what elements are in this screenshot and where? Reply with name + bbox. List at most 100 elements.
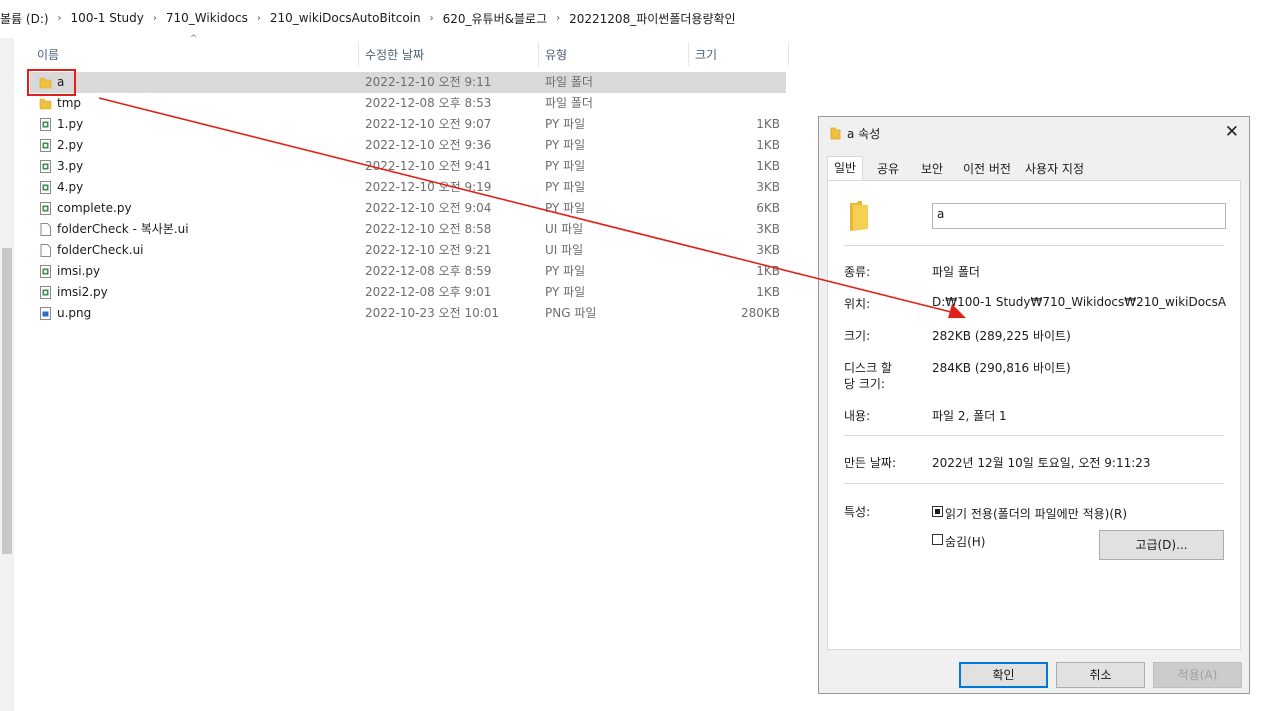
file-date: 2022-12-08 오후 9:01	[365, 285, 492, 299]
column-divider[interactable]	[538, 42, 539, 66]
annotation-highlight-box	[27, 69, 76, 96]
file-name: 2.py	[57, 138, 84, 152]
file-size: 3KB	[756, 222, 780, 236]
breadcrumb-separator-icon[interactable]: ›	[556, 13, 560, 24]
breadcrumb-separator-icon[interactable]: ›	[257, 13, 261, 24]
file-row[interactable]: 3.py 2022-12-10 오전 9:41 PY 파일 1KB	[30, 156, 786, 177]
file-name: imsi2.py	[57, 285, 108, 299]
file-name: 4.py	[57, 180, 84, 194]
file-row[interactable]: folderCheck.ui 2022-12-10 오전 9:21 UI 파일 3KB	[30, 240, 786, 261]
contents-label: 내용:	[844, 409, 871, 423]
breadcrumb-separator-icon[interactable]: ›	[430, 13, 434, 24]
blank-file-icon	[40, 223, 51, 236]
file-row[interactable]: folderCheck - 복사본.ui 2022-12-10 오전 8:58 UI…	[30, 219, 786, 240]
size-bytes: 289,225	[979, 329, 1030, 343]
column-header-name[interactable]: 이름	[37, 44, 59, 66]
file-name: folderCheck - 복사본.ui	[57, 222, 189, 236]
python-file-icon	[40, 139, 51, 152]
apply-button[interactable]: 적용(A)	[1153, 662, 1242, 688]
file-type: PY 파일	[545, 117, 586, 131]
size-label: 크기:	[844, 329, 871, 343]
column-header-type[interactable]: 유형	[545, 44, 567, 66]
hidden-label: 숨김(H)	[945, 535, 986, 549]
file-type: PY 파일	[545, 264, 586, 278]
python-file-icon	[40, 202, 51, 215]
tab-sharing[interactable]: 공유	[871, 158, 905, 180]
file-row[interactable]: imsi.py 2022-12-08 오후 8:59 PY 파일 1KB	[30, 261, 786, 282]
size-value: 282KB (289,225 바이트)	[932, 327, 1071, 344]
breadcrumb-item[interactable]: 100-1 Study	[71, 11, 144, 25]
column-header-size[interactable]: 크기	[695, 44, 717, 66]
file-row[interactable]: complete.py 2022-12-10 오전 9:04 PY 파일 6KB	[30, 198, 786, 219]
file-type: UI 파일	[545, 222, 584, 236]
sort-ascending-icon: ^	[190, 34, 198, 44]
folder-name-input[interactable]: a	[932, 203, 1226, 229]
file-type: PY 파일	[545, 138, 586, 152]
file-row[interactable]: tmp 2022-12-08 오후 8:53 파일 폴더	[30, 93, 786, 114]
file-size: 1KB	[756, 138, 780, 152]
file-row[interactable]: imsi2.py 2022-12-08 오후 9:01 PY 파일 1KB	[30, 282, 786, 303]
breadcrumb-item[interactable]: 620_유튜버&블로그	[443, 10, 548, 27]
breadcrumb-item[interactable]: 710_Wikidocs	[166, 11, 248, 25]
file-size: 1KB	[756, 117, 780, 131]
cancel-button[interactable]: 취소	[1056, 662, 1145, 688]
file-row[interactable]: 2.py 2022-12-10 오전 9:36 PY 파일 1KB	[30, 135, 786, 156]
file-size: 1KB	[756, 264, 780, 278]
type-value: 파일 폴더	[932, 265, 980, 279]
file-date: 2022-12-10 오전 9:04	[365, 201, 492, 215]
breadcrumb: 볼륨 (D:) › 100-1 Study › 710_Wikidocs › 210_wik…	[0, 0, 1270, 36]
file-date: 2022-12-10 오전 9:19	[365, 180, 492, 194]
readonly-label: 읽기 전용(폴더의 파일에만 적용)(R)	[945, 507, 1128, 521]
file-row[interactable]: 4.py 2022-12-10 오전 9:19 PY 파일 3KB	[30, 177, 786, 198]
file-name: 3.py	[57, 159, 84, 173]
properties-dialog: a 속성 ✕ 일반 공유 보안 이전 버전 사용자 지정 a 종류: 파일 폴더…	[818, 116, 1250, 694]
scrollbar-thumb[interactable]	[2, 248, 12, 554]
readonly-checkbox[interactable]	[932, 506, 943, 517]
location-value: D:₩100-1 Study₩710_Wikidocs₩210_wikiDocs…	[932, 295, 1226, 309]
folder-icon	[39, 98, 52, 110]
file-row[interactable]: 1.py 2022-12-10 오전 9:07 PY 파일 1KB	[30, 114, 786, 135]
created-value: 2022년 12월 10일 토요일, 오전 9:11:23	[932, 456, 1151, 470]
advanced-button[interactable]: 고급(D)...	[1099, 530, 1224, 560]
column-divider[interactable]	[358, 42, 359, 66]
general-tab-panel: a 종류: 파일 폴더 위치: D:₩100-1 Study₩710_Wikid…	[827, 180, 1241, 650]
divider	[844, 245, 1224, 246]
file-row[interactable]: u.png 2022-10-23 오전 10:01 PNG 파일 280KB	[30, 303, 786, 324]
tab-customize[interactable]: 사용자 지정	[1019, 158, 1090, 180]
file-size: 280KB	[740, 306, 780, 320]
divider	[844, 435, 1224, 436]
file-size: 1KB	[756, 159, 780, 173]
file-type: PY 파일	[545, 159, 586, 173]
file-row[interactable]: a 2022-12-10 오전 9:11 파일 폴더	[30, 72, 786, 93]
column-divider[interactable]	[788, 42, 789, 66]
file-name: folderCheck.ui	[57, 243, 144, 257]
file-name: 1.py	[57, 117, 84, 131]
attributes-label: 특성:	[844, 505, 871, 519]
created-label: 만든 날짜:	[844, 456, 897, 470]
file-type: 파일 폴더	[545, 75, 593, 89]
python-file-icon	[40, 160, 51, 173]
disk-size-label-line1: 디스크 할	[844, 361, 892, 375]
breadcrumb-item[interactable]: 볼륨 (D:)	[0, 10, 49, 27]
breadcrumb-item[interactable]: 210_wikiDocsAutoBitcoin	[270, 11, 421, 25]
close-icon[interactable]: ✕	[1225, 122, 1239, 142]
python-file-icon	[40, 265, 51, 278]
file-type: 파일 폴더	[545, 96, 593, 110]
tab-previous-versions[interactable]: 이전 버전	[957, 158, 1017, 180]
breadcrumb-separator-icon[interactable]: ›	[58, 13, 62, 24]
column-divider[interactable]	[688, 42, 689, 66]
hidden-checkbox[interactable]	[932, 534, 943, 545]
file-size: 1KB	[756, 285, 780, 299]
ok-button[interactable]: 확인	[959, 662, 1048, 688]
column-header-date[interactable]: 수정한 날짜	[365, 44, 424, 66]
folder-icon	[850, 201, 868, 231]
file-date: 2022-10-23 오전 10:01	[365, 306, 500, 320]
size-suffix: 바이트)	[1029, 329, 1071, 343]
disk-size-label-line2: 당 크기:	[844, 377, 885, 391]
size-prefix: 282KB (	[932, 329, 980, 343]
type-label: 종류:	[844, 265, 871, 279]
tab-general[interactable]: 일반	[827, 156, 864, 181]
tab-security[interactable]: 보안	[915, 158, 949, 180]
breadcrumb-separator-icon[interactable]: ›	[153, 13, 157, 24]
breadcrumb-item[interactable]: 20221208_파이썬폴더용량확인	[569, 10, 735, 27]
